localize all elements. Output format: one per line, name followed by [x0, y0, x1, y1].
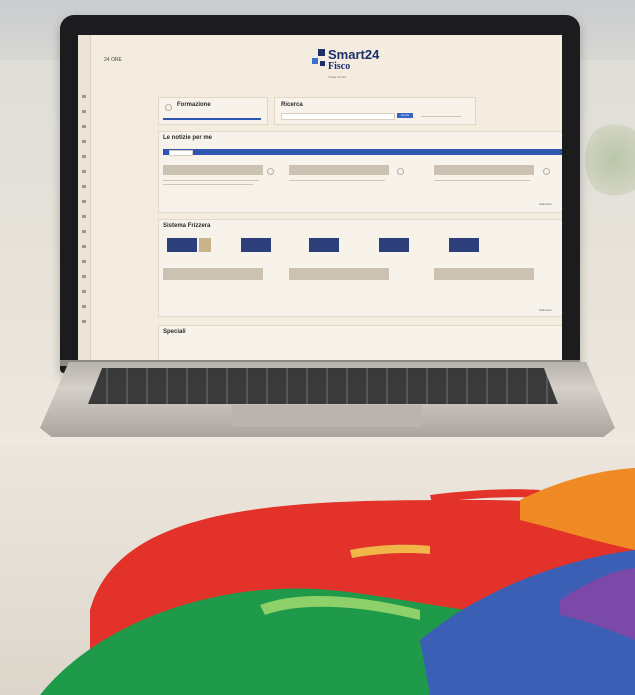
speciali-card: Speciali	[158, 325, 562, 360]
logo-square	[318, 49, 325, 56]
sidebar-icon	[82, 245, 86, 248]
sidebar-icon	[82, 170, 86, 173]
notizie-tabbar[interactable]	[163, 149, 562, 155]
search-input[interactable]	[281, 113, 395, 120]
sistema-article-3[interactable]	[434, 268, 534, 280]
book-thumbnail[interactable]	[199, 238, 211, 252]
progress-bar	[163, 118, 261, 120]
sidebar-icon	[82, 200, 86, 203]
formazione-card[interactable]: Formazione	[158, 97, 268, 125]
filter-select[interactable]	[421, 116, 461, 117]
sistema-article-2[interactable]	[289, 268, 389, 280]
laptop-trackpad	[232, 405, 422, 427]
ricerca-title: Ricerca	[281, 102, 303, 108]
notizie-card: Le notizie per me Vedi tutto	[158, 131, 562, 213]
article-title-2[interactable]	[289, 165, 389, 175]
sidebar-icon	[82, 95, 86, 98]
article-title-3[interactable]	[434, 165, 534, 175]
sidebar-icon	[82, 110, 86, 113]
logo-text: Fisco	[328, 61, 351, 72]
graduation-icon	[165, 104, 172, 111]
book-thumbnail[interactable]	[379, 238, 409, 252]
laptop-screen: 24 ORE Smart24 Fisco Il Sole 24 Ore Form…	[78, 35, 562, 360]
formazione-title: Formazione	[177, 102, 211, 108]
laptop-keyboard	[88, 368, 558, 404]
sistema-title: Sistema Frizzera	[163, 223, 211, 229]
sidebar-icon	[82, 230, 86, 233]
brand-label: 24 ORE	[104, 57, 122, 63]
arrow-icon[interactable]	[267, 168, 274, 175]
sistema-more-link[interactable]: Vedi tutto	[539, 308, 552, 312]
search-button[interactable]: Cerca	[397, 113, 413, 118]
article-snippet	[434, 180, 530, 181]
decorative-ribbons	[40, 468, 635, 695]
sidebar-icon	[82, 155, 86, 158]
photo-scene: 24 ORE Smart24 Fisco Il Sole 24 Ore Form…	[0, 0, 635, 695]
screen-header: 24 ORE Smart24 Fisco Il Sole 24 Ore	[90, 35, 562, 83]
book-thumbnail[interactable]	[309, 238, 339, 252]
logo-tagline: Il Sole 24 Ore	[328, 75, 347, 79]
sidebar-icon	[82, 275, 86, 278]
article-snippet	[163, 184, 253, 185]
notizie-more-link[interactable]: Vedi tutto	[539, 202, 552, 206]
article-title-1[interactable]	[163, 165, 263, 175]
book-thumbnail[interactable]	[449, 238, 479, 252]
background-plant	[585, 120, 635, 200]
sidebar-icon	[82, 140, 86, 143]
sidebar-icon	[82, 305, 86, 308]
smart24-logo: Smart24 Fisco Il Sole 24 Ore	[312, 47, 388, 83]
sidebar-icon	[82, 290, 86, 293]
article-snippet	[289, 180, 385, 181]
notizie-title: Le notizie per me	[163, 135, 213, 141]
speciali-title: Speciali	[163, 329, 186, 335]
screen-sidebar	[78, 35, 91, 360]
active-tab[interactable]	[169, 150, 193, 156]
logo-text: Smart24	[328, 47, 380, 62]
book-thumbnail[interactable]	[167, 238, 197, 252]
sidebar-icon	[82, 185, 86, 188]
book-thumbnail[interactable]	[241, 238, 271, 252]
sistema-article-1[interactable]	[163, 268, 263, 280]
ricerca-card: Ricerca Cerca	[274, 97, 476, 125]
article-snippet	[163, 180, 259, 181]
sidebar-icon	[82, 125, 86, 128]
sistema-card: Sistema Frizzera Vedi tutto	[158, 219, 562, 317]
sidebar-icon	[82, 260, 86, 263]
logo-square	[312, 58, 318, 64]
sidebar-icon	[82, 215, 86, 218]
logo-square	[320, 61, 325, 66]
sidebar-icon	[82, 320, 86, 323]
arrow-icon[interactable]	[397, 168, 404, 175]
arrow-icon[interactable]	[543, 168, 550, 175]
